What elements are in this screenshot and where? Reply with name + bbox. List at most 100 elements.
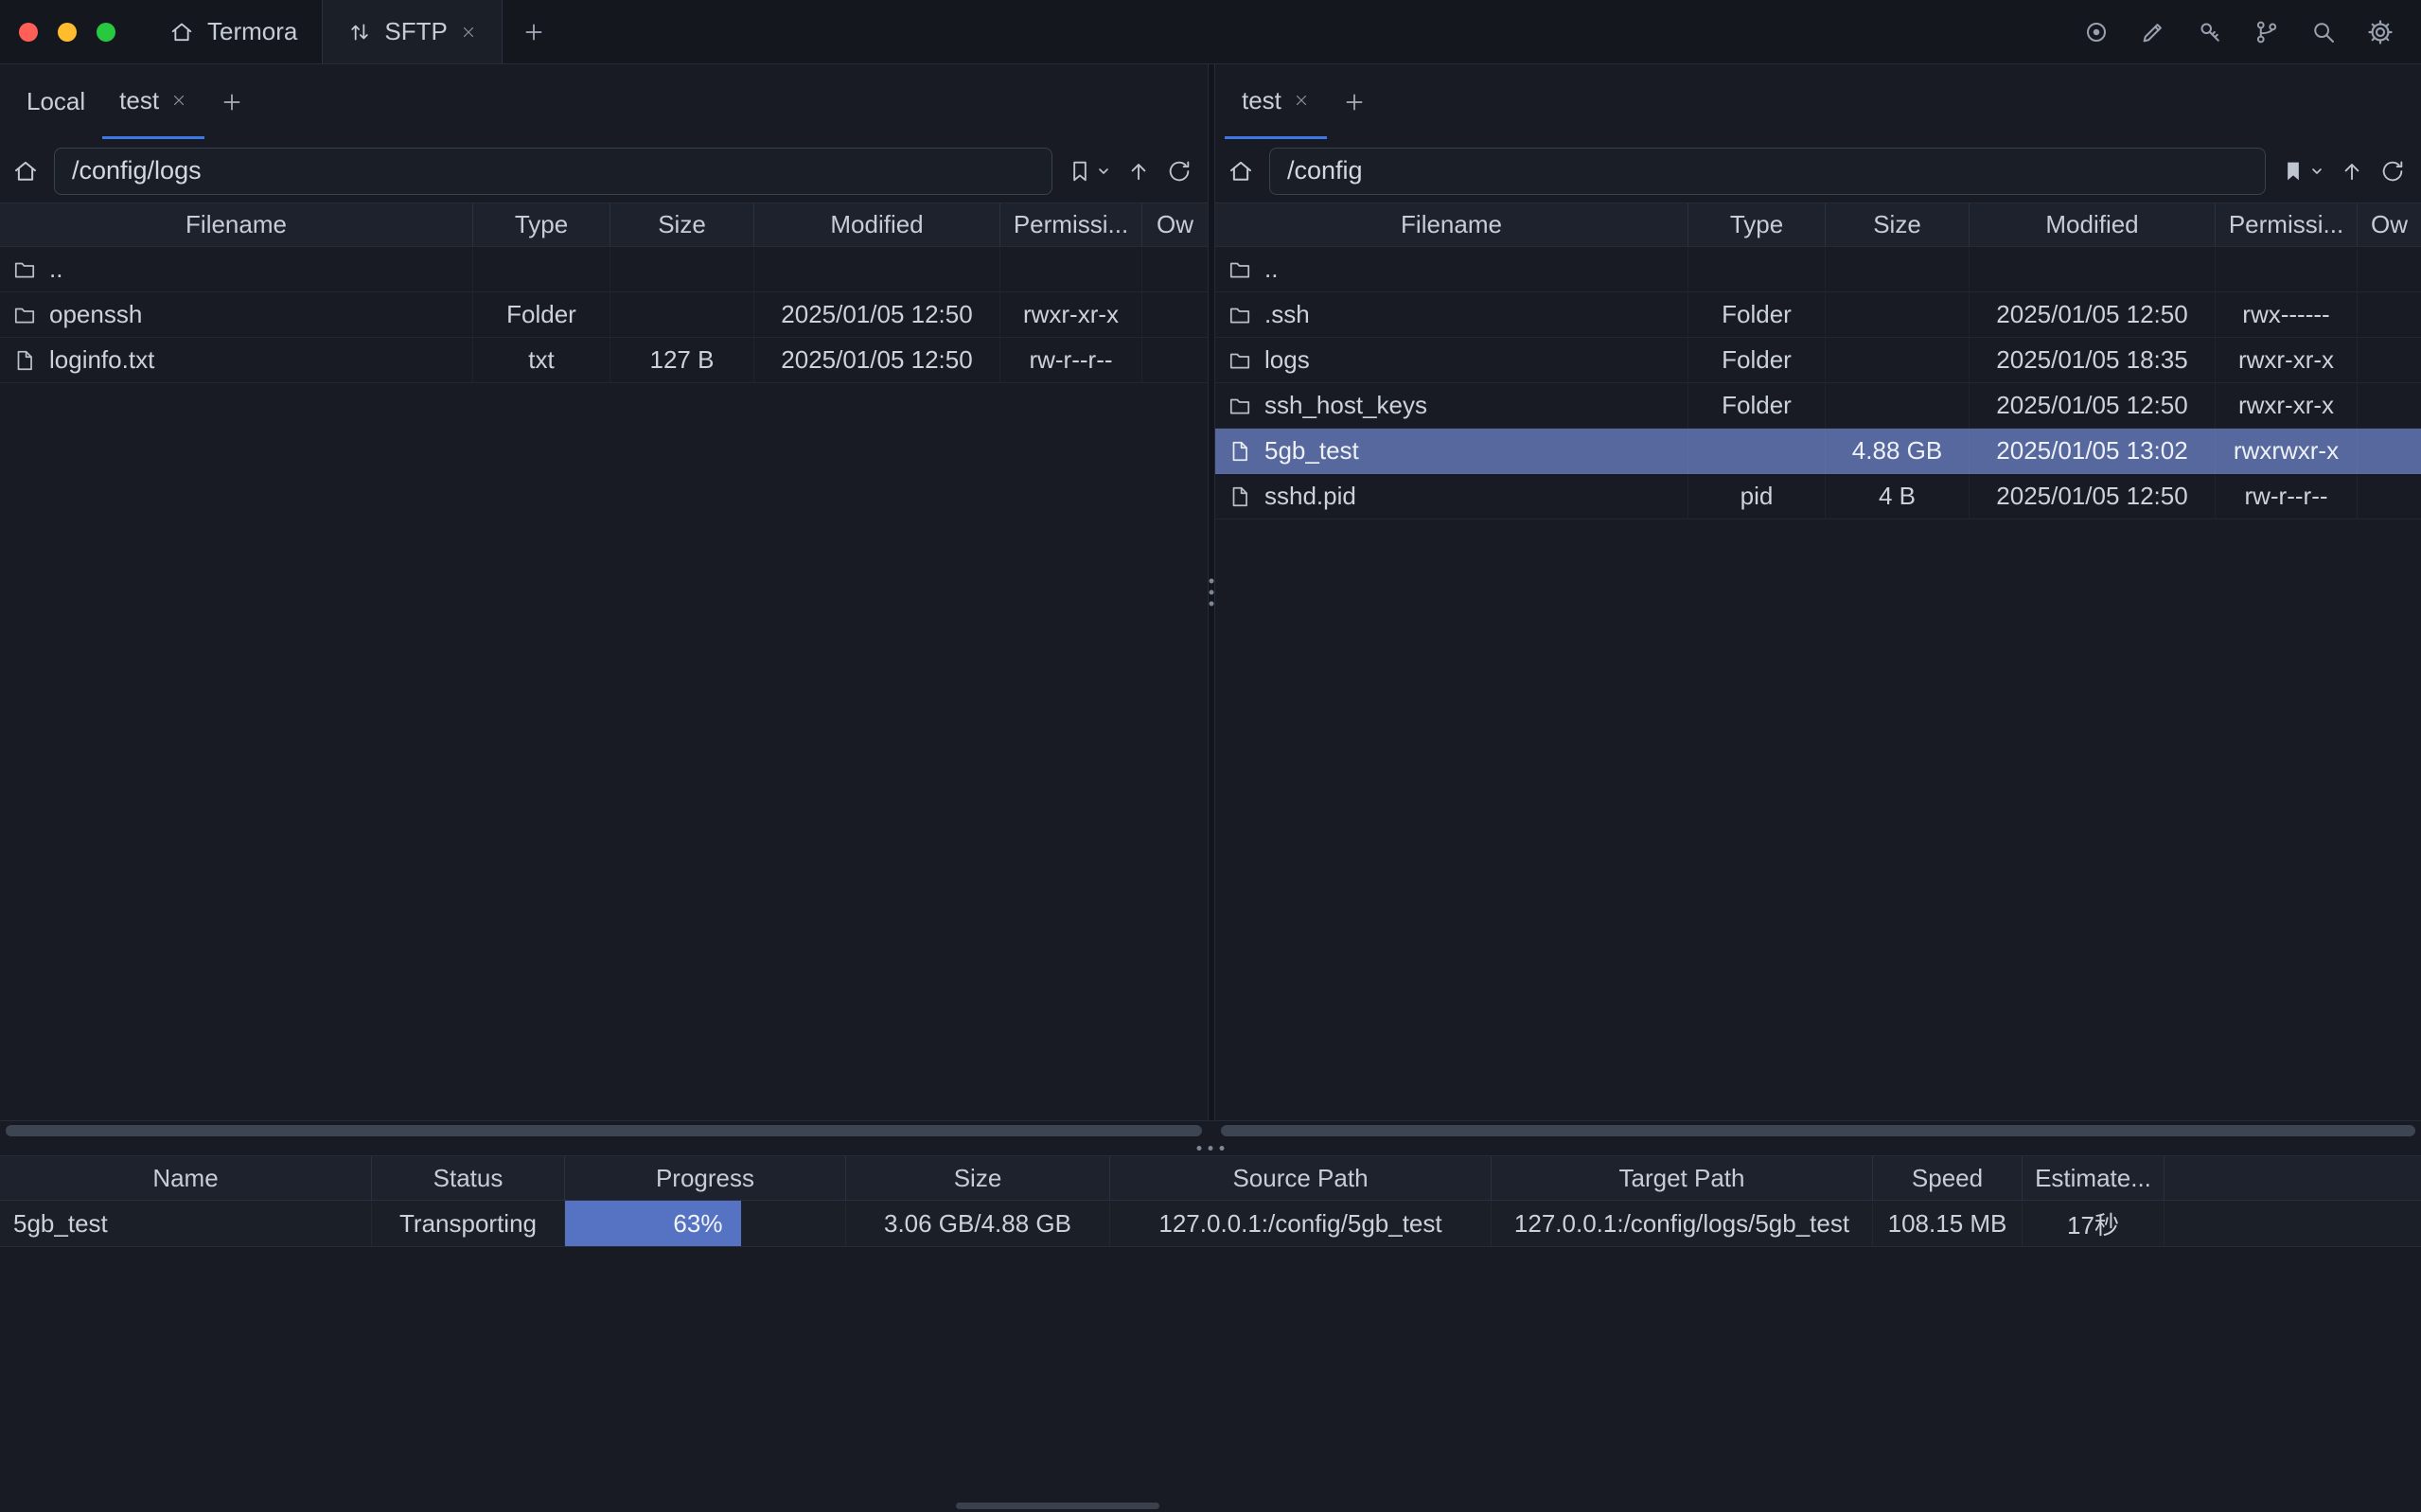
- cell-owner: [2358, 383, 2421, 428]
- progress-bar: 63%: [565, 1201, 741, 1246]
- progress-label: 63%: [673, 1209, 722, 1239]
- search-icon[interactable]: [2307, 16, 2340, 48]
- file-row-sshd-pid[interactable]: sshd.pid pid 4 B 2025/01/05 12:50 rw-r--…: [1215, 474, 2421, 519]
- cell-estimate: 17秒: [2023, 1201, 2165, 1246]
- column-type[interactable]: Type: [1688, 203, 1826, 246]
- minimize-window-button[interactable]: [58, 23, 77, 42]
- cell-modified: 2025/01/05 12:50: [1970, 292, 2216, 337]
- cell-modified: 2025/01/05 13:02: [1970, 429, 2216, 473]
- cell-type: Folder: [1688, 338, 1826, 382]
- bookmark-filled-icon: [2280, 158, 2306, 185]
- refresh-icon[interactable]: [2379, 158, 2406, 185]
- column-estimate[interactable]: Estimate...: [2023, 1156, 2165, 1200]
- tab-test-right[interactable]: test: [1225, 64, 1327, 139]
- column-permissions[interactable]: Permissi...: [2216, 203, 2358, 246]
- column-modified[interactable]: Modified: [754, 203, 1000, 246]
- left-pane: Local test: [0, 64, 1208, 1120]
- horizontal-scrollbar-right[interactable]: [1221, 1125, 2415, 1136]
- bookmark-dropdown[interactable]: [2280, 158, 2324, 185]
- tab-test-label: test: [1242, 86, 1281, 115]
- right-pathbar: [1215, 139, 2421, 202]
- branch-icon[interactable]: [2251, 16, 2283, 48]
- column-target-path[interactable]: Target Path: [1492, 1156, 1873, 1200]
- cell-filename: loginfo.txt: [0, 338, 473, 382]
- bookmark-icon: [1067, 158, 1093, 185]
- column-status[interactable]: Status: [372, 1156, 565, 1200]
- cell-type: Folder: [473, 292, 610, 337]
- zoom-window-button[interactable]: [97, 23, 115, 42]
- column-modified[interactable]: Modified: [1970, 203, 2216, 246]
- horizontal-scrollbar-left[interactable]: [6, 1125, 1202, 1136]
- settings-icon[interactable]: [2364, 16, 2396, 48]
- cell-size: [1826, 383, 1970, 428]
- file-row-loginfo[interactable]: loginfo.txt txt 127 B 2025/01/05 12:50 r…: [0, 338, 1208, 383]
- key-icon[interactable]: [2194, 16, 2226, 48]
- close-window-button[interactable]: [19, 23, 38, 42]
- file-row-parent[interactable]: ..: [0, 247, 1208, 292]
- path-input-right[interactable]: [1269, 148, 2266, 195]
- cell-target-path: 127.0.0.1:/config/logs/5gb_test: [1492, 1201, 1873, 1246]
- tab-local[interactable]: Local: [9, 64, 102, 139]
- bookmark-dropdown[interactable]: [1067, 158, 1111, 185]
- tab-termora[interactable]: Termora: [144, 0, 322, 63]
- cell-permissions: rwxr-xr-x: [1000, 292, 1142, 337]
- file-row-logs[interactable]: logs Folder 2025/01/05 18:35 rwxr-xr-x: [1215, 338, 2421, 383]
- file-row-parent[interactable]: ..: [1215, 247, 2421, 292]
- up-arrow-icon[interactable]: [1125, 158, 1152, 185]
- close-icon[interactable]: [460, 24, 477, 41]
- vertical-splitter[interactable]: [1208, 64, 1215, 1120]
- transfer-row-5gb-test[interactable]: 5gb_test Transporting 63% 3.06 GB/4.88 G…: [0, 1201, 2421, 1247]
- column-size[interactable]: Size: [1826, 203, 1970, 246]
- caret-down-icon: [2309, 164, 2324, 179]
- column-source-path[interactable]: Source Path: [1110, 1156, 1492, 1200]
- file-icon: [1228, 439, 1252, 464]
- cell-filename: ..: [0, 247, 473, 291]
- column-filename[interactable]: Filename: [1215, 203, 1688, 246]
- horizontal-scrollbar-bottom[interactable]: [956, 1503, 1159, 1509]
- refresh-icon[interactable]: [1166, 158, 1193, 185]
- file-row-ssh[interactable]: .ssh Folder 2025/01/05 12:50 rwx------: [1215, 292, 2421, 338]
- column-speed[interactable]: Speed: [1873, 1156, 2023, 1200]
- up-arrow-icon[interactable]: [2339, 158, 2365, 185]
- home-icon[interactable]: [1227, 157, 1255, 185]
- cell-filename: 5gb_test: [1215, 429, 1688, 473]
- column-size[interactable]: Size: [610, 203, 754, 246]
- column-progress[interactable]: Progress: [565, 1156, 846, 1200]
- record-icon[interactable]: [2080, 16, 2112, 48]
- folder-icon: [12, 257, 37, 282]
- column-name[interactable]: Name: [0, 1156, 372, 1200]
- file-row-openssh[interactable]: openssh Folder 2025/01/05 12:50 rwxr-xr-…: [0, 292, 1208, 338]
- column-owner[interactable]: Ow: [2358, 203, 2421, 246]
- cell-filename: ssh_host_keys: [1215, 383, 1688, 428]
- column-owner[interactable]: Ow: [1142, 203, 1208, 246]
- cell-status: Transporting: [372, 1201, 565, 1246]
- cell-permissions: rw-r--r--: [1000, 338, 1142, 382]
- left-file-list: .. openssh Folder 2025/01/05 12:50 rwxr-…: [0, 247, 1208, 1120]
- close-icon[interactable]: [170, 92, 187, 109]
- column-filename[interactable]: Filename: [0, 203, 473, 246]
- tab-sftp[interactable]: SFTP: [322, 0, 502, 63]
- file-row-ssh-host-keys[interactable]: ssh_host_keys Folder 2025/01/05 12:50 rw…: [1215, 383, 2421, 429]
- pane-bottom-strip: [0, 1120, 2421, 1156]
- cell-size: [1826, 292, 1970, 337]
- cell-owner: [1142, 338, 1208, 382]
- add-pane-tab-button[interactable]: [204, 64, 259, 139]
- add-tab-button[interactable]: [503, 0, 565, 63]
- splitter-grip-icon[interactable]: [1197, 1146, 1225, 1151]
- tab-test-left[interactable]: test: [102, 64, 204, 139]
- column-type[interactable]: Type: [473, 203, 610, 246]
- cell-name: 5gb_test: [0, 1201, 372, 1246]
- add-pane-tab-button[interactable]: [1327, 64, 1382, 139]
- path-input-left[interactable]: [54, 148, 1052, 195]
- close-icon[interactable]: [1293, 92, 1310, 109]
- splitter-grip-icon: [1210, 579, 1214, 607]
- column-permissions[interactable]: Permissi...: [1000, 203, 1142, 246]
- right-table-header: Filename Type Size Modified Permissi... …: [1215, 202, 2421, 247]
- cell-modified: 2025/01/05 12:50: [754, 292, 1000, 337]
- cell-progress: 63%: [565, 1201, 846, 1246]
- file-row-5gb-test[interactable]: 5gb_test 4.88 GB 2025/01/05 13:02 rwxrwx…: [1215, 429, 2421, 474]
- column-size[interactable]: Size: [846, 1156, 1110, 1200]
- cell-permissions: [2216, 247, 2358, 291]
- edit-icon[interactable]: [2137, 16, 2169, 48]
- home-icon[interactable]: [11, 157, 40, 185]
